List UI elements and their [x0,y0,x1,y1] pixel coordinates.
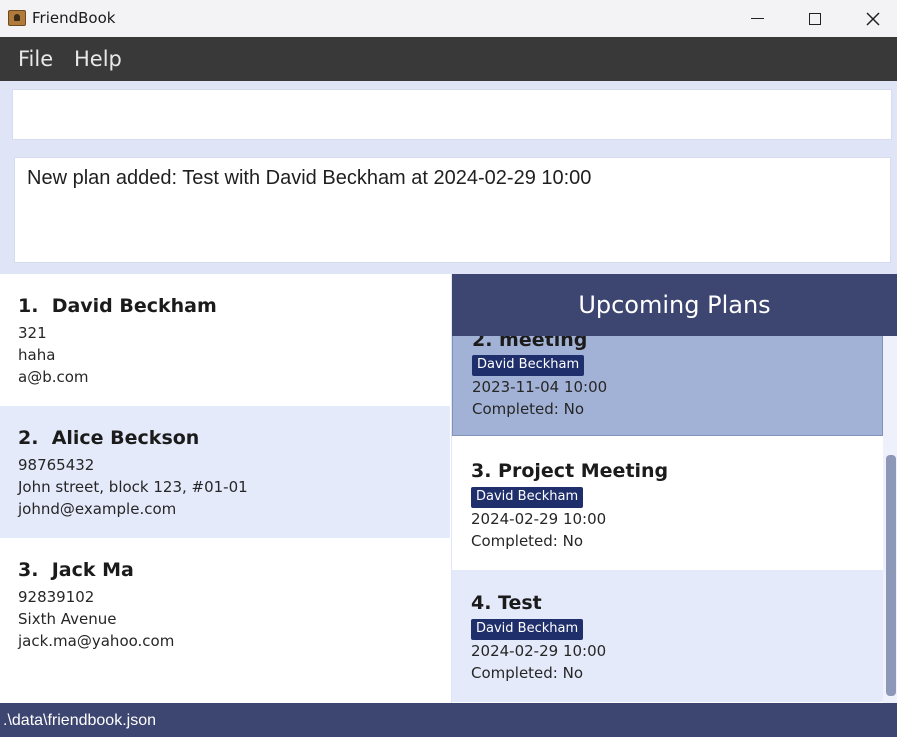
result-message: New plan added: Test with David Beckham … [27,167,592,189]
plan-scrollbar-thumb[interactable] [886,455,896,696]
plan-datetime: 2023-11-04 10:00 [472,378,608,396]
plan-card[interactable]: 3. Project Meeting David Beckham 2024-02… [452,437,883,569]
menu-file[interactable]: File [18,47,53,71]
menu-bar: File Help [0,37,897,81]
plan-friend-tag: David Beckham [471,487,584,508]
person-address: haha [18,346,56,364]
maximize-button[interactable] [786,0,844,37]
plan-friend-tag: David Beckham [472,355,585,376]
plan-friend-tag: David Beckham [471,619,584,640]
person-address: Sixth Avenue [18,610,117,628]
plan-status: Completed: No [471,532,584,550]
command-box [12,89,892,140]
person-name: 3. Jack Ma [18,559,134,581]
result-display: New plan added: Test with David Beckham … [14,157,891,263]
plan-datetime: 2024-02-29 10:00 [471,642,607,660]
plan-status: Completed: No [471,664,584,682]
person-phone: 321 [18,324,47,342]
person-card[interactable]: 3. Jack Ma 92839102 Sixth Avenue jack.ma… [0,538,450,670]
person-card[interactable]: 1. David Beckham 321 haha a@b.com [0,274,450,406]
plan-title: 4. Test [471,592,542,614]
plan-panel: Upcoming Plans 2. meeting David Beckham … [452,274,897,703]
person-phone: 98765432 [18,456,95,474]
plan-panel-header: Upcoming Plans [452,274,897,336]
person-list: 1. David Beckham 321 haha a@b.com 2. Ali… [0,274,451,703]
save-location: .\data\friendbook.json [3,712,156,729]
status-bar: .\data\friendbook.json [0,703,897,737]
person-email: johnd@example.com [18,500,177,518]
person-name: 2. Alice Beckson [18,427,200,449]
plan-card[interactable]: 4. Test David Beckham 2024-02-29 10:00 C… [452,570,883,702]
window-titlebar: FriendBook [0,0,897,37]
person-name: 1. David Beckham [18,295,217,317]
plan-datetime: 2024-02-29 10:00 [471,510,607,528]
command-input[interactable] [13,90,891,139]
person-phone: 92839102 [18,588,95,606]
minimize-icon [750,17,764,20]
person-email: jack.ma@yahoo.com [18,632,175,650]
person-email: a@b.com [18,368,89,386]
plan-title: 3. Project Meeting [471,460,669,482]
minimize-button[interactable] [728,0,786,37]
menu-help[interactable]: Help [74,47,122,71]
close-icon [866,11,880,26]
window-title: FriendBook [32,9,116,27]
plan-panel-title: Upcoming Plans [578,291,771,319]
plan-status: Completed: No [472,400,585,418]
person-card[interactable]: 2. Alice Beckson 98765432 John street, b… [0,406,450,538]
person-address: John street, block 123, #01-01 [18,478,248,496]
address-book-icon [8,10,26,26]
maximize-icon [809,12,821,25]
close-button[interactable] [844,0,897,37]
